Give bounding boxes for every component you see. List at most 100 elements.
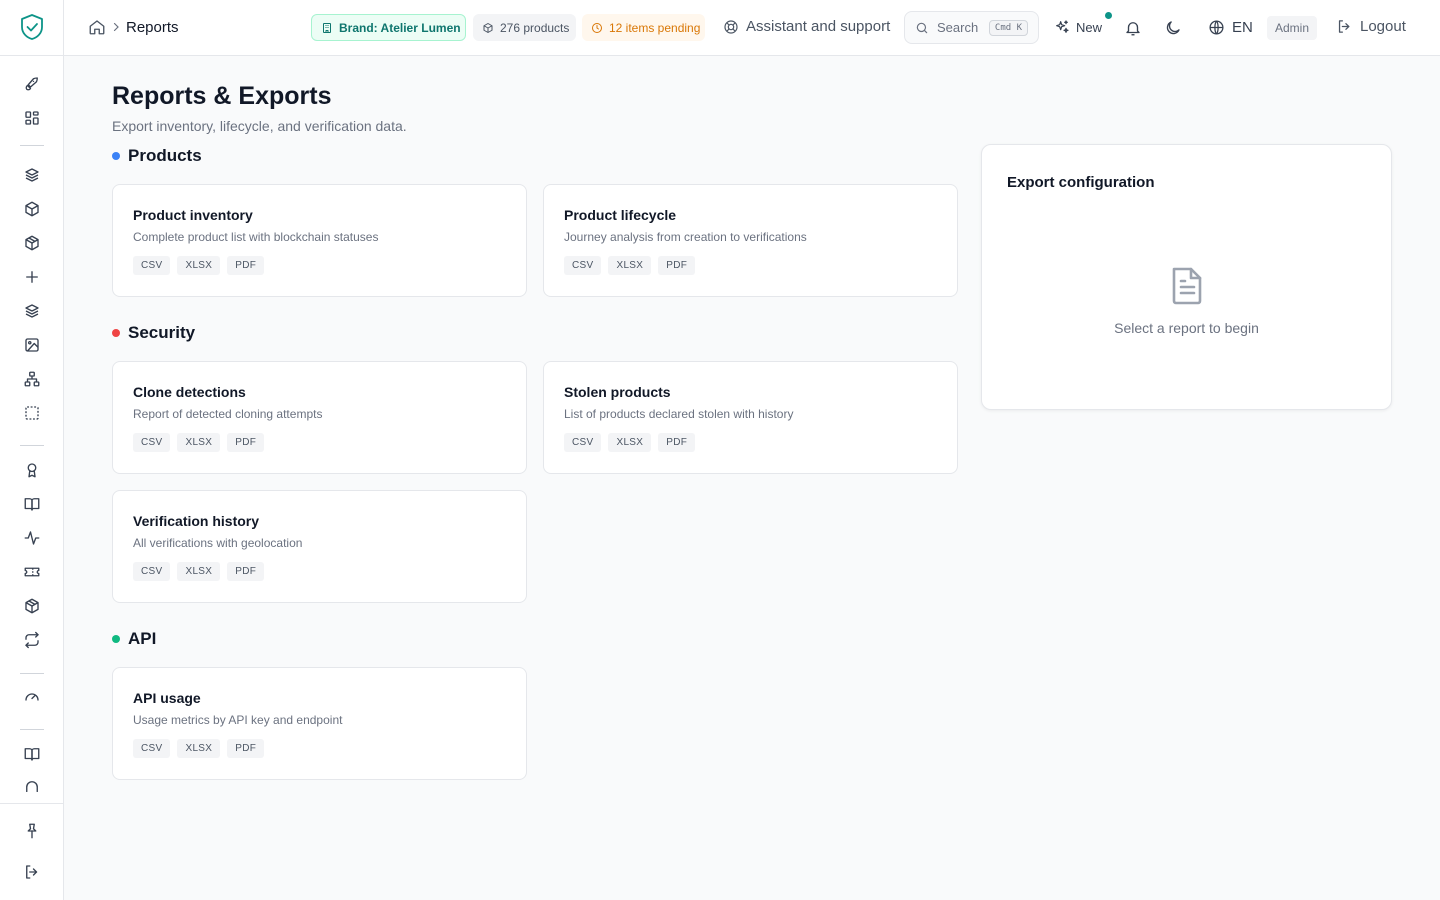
pending-items-chip[interactable]: 12 items pending xyxy=(582,14,705,41)
layers-icon[interactable] xyxy=(22,165,42,185)
format-list: CSV XLSX PDF xyxy=(133,739,506,758)
moon-icon[interactable] xyxy=(1164,19,1182,37)
format-badge-xlsx: XLSX xyxy=(177,433,221,452)
book-open-icon[interactable] xyxy=(22,494,42,514)
new-features-label: New xyxy=(1076,19,1103,35)
sidebar-divider xyxy=(0,55,64,56)
section-label: Security xyxy=(128,323,196,342)
format-badge-csv: CSV xyxy=(133,562,171,581)
sparkles-icon xyxy=(1054,19,1070,35)
report-title: Product lifecycle xyxy=(564,207,677,223)
activity-icon[interactable] xyxy=(22,528,42,548)
section-security-heading: Security xyxy=(112,323,195,343)
section-label: Products xyxy=(128,146,202,165)
repeat-icon[interactable] xyxy=(22,630,42,650)
section-dot xyxy=(112,635,120,643)
format-badge-xlsx: XLSX xyxy=(177,562,221,581)
clock-icon xyxy=(591,22,603,34)
brand-chip[interactable]: Brand: Atelier Lumen xyxy=(311,14,466,41)
report-title: Stolen products xyxy=(564,384,671,400)
rocket-icon[interactable] xyxy=(22,74,42,94)
section-label: API xyxy=(128,629,157,648)
format-badge-xlsx: XLSX xyxy=(608,433,652,452)
pending-items-label: 12 items pending xyxy=(609,20,701,35)
report-card-verification-history[interactable]: Verification history All verifications w… xyxy=(112,490,527,603)
sidebar-separator xyxy=(20,729,44,730)
report-card-product-lifecycle[interactable]: Product lifecycle Journey analysis from … xyxy=(543,184,958,297)
headset-icon[interactable] xyxy=(22,778,42,792)
shield-check-logo-icon[interactable] xyxy=(19,13,45,41)
package-icon xyxy=(482,22,494,34)
role-badge: Admin xyxy=(1267,16,1318,40)
sidebar xyxy=(0,0,64,900)
assistant-support-link[interactable]: Assistant and support xyxy=(723,18,890,35)
search-icon xyxy=(915,21,929,35)
box-icon[interactable] xyxy=(22,199,42,219)
format-badge-csv: CSV xyxy=(133,739,171,758)
format-badge-csv: CSV xyxy=(133,256,171,275)
pin-icon[interactable] xyxy=(22,821,42,841)
format-list: CSV XLSX PDF xyxy=(133,562,506,581)
hierarchy-icon[interactable] xyxy=(22,369,42,389)
format-list: CSV XLSX PDF xyxy=(133,256,506,275)
report-card-product-inventory[interactable]: Product inventory Complete product list … xyxy=(112,184,527,297)
award-icon[interactable] xyxy=(22,460,42,480)
format-badge-xlsx: XLSX xyxy=(608,256,652,275)
report-description: Usage metrics by API key and endpoint xyxy=(133,713,343,727)
report-title: Verification history xyxy=(133,513,260,529)
report-description: List of products declared stolen with hi… xyxy=(564,407,794,421)
building-icon xyxy=(321,22,333,34)
export-config-panel: Export configuration Select a report to … xyxy=(981,144,1392,410)
format-badge-csv: CSV xyxy=(564,256,602,275)
format-badge-pdf: PDF xyxy=(227,433,265,452)
report-title: Product inventory xyxy=(133,207,253,223)
topbar: Reports Brand: Atelier Lumen 276 product… xyxy=(64,0,1440,56)
format-badge-pdf: PDF xyxy=(658,433,696,452)
logout-icon xyxy=(1336,18,1353,35)
language-switcher[interactable]: EN xyxy=(1208,19,1253,36)
document-icon xyxy=(1170,265,1204,305)
gauge-icon[interactable] xyxy=(22,687,42,707)
search-shortcut: Cmd K xyxy=(988,19,1028,36)
assistant-support-label: Assistant and support xyxy=(746,18,891,35)
language-label: EN xyxy=(1232,19,1253,36)
new-features-button[interactable]: New xyxy=(1054,19,1102,35)
format-badge-xlsx: XLSX xyxy=(177,739,221,758)
report-title: Clone detections xyxy=(133,384,246,400)
scan-frame-icon[interactable] xyxy=(22,403,42,423)
package-icon[interactable] xyxy=(22,233,42,253)
format-badge-pdf: PDF xyxy=(658,256,696,275)
docs-book-icon[interactable] xyxy=(22,744,42,764)
products-count-label: 276 products xyxy=(500,20,570,35)
search-input[interactable]: Search Cmd K xyxy=(904,11,1039,44)
sign-out-icon[interactable] xyxy=(22,862,42,882)
logout-button[interactable]: Logout xyxy=(1336,18,1406,35)
report-card-stolen-products[interactable]: Stolen products List of products declare… xyxy=(543,361,958,474)
new-indicator-dot xyxy=(1105,12,1112,19)
ticket-icon[interactable] xyxy=(22,562,42,582)
cube-icon[interactable] xyxy=(22,596,42,616)
home-icon[interactable] xyxy=(88,18,106,36)
lifebuoy-icon xyxy=(723,19,739,35)
bell-icon[interactable] xyxy=(1124,19,1142,37)
search-placeholder: Search xyxy=(937,20,979,35)
plus-icon[interactable] xyxy=(22,267,42,287)
report-description: All verifications with geolocation xyxy=(133,536,303,550)
export-config-empty-state: Select a report to begin xyxy=(1114,320,1259,336)
dashboard-grid-icon[interactable] xyxy=(22,108,42,128)
image-icon[interactable] xyxy=(22,335,42,355)
sidebar-divider xyxy=(0,803,64,804)
section-dot xyxy=(112,329,120,337)
stack-icon[interactable] xyxy=(22,301,42,321)
format-badge-csv: CSV xyxy=(133,433,171,452)
sidebar-separator xyxy=(20,445,44,446)
format-badge-pdf: PDF xyxy=(227,562,265,581)
format-badge-pdf: PDF xyxy=(227,256,265,275)
breadcrumb-current: Reports xyxy=(126,19,179,36)
report-card-clone-detections[interactable]: Clone detections Report of detected clon… xyxy=(112,361,527,474)
report-description: Complete product list with blockchain st… xyxy=(133,230,379,244)
report-card-api-usage[interactable]: API usage Usage metrics by API key and e… xyxy=(112,667,527,780)
format-badge-csv: CSV xyxy=(564,433,602,452)
sidebar-separator xyxy=(20,145,44,146)
products-count-chip[interactable]: 276 products xyxy=(473,14,576,41)
